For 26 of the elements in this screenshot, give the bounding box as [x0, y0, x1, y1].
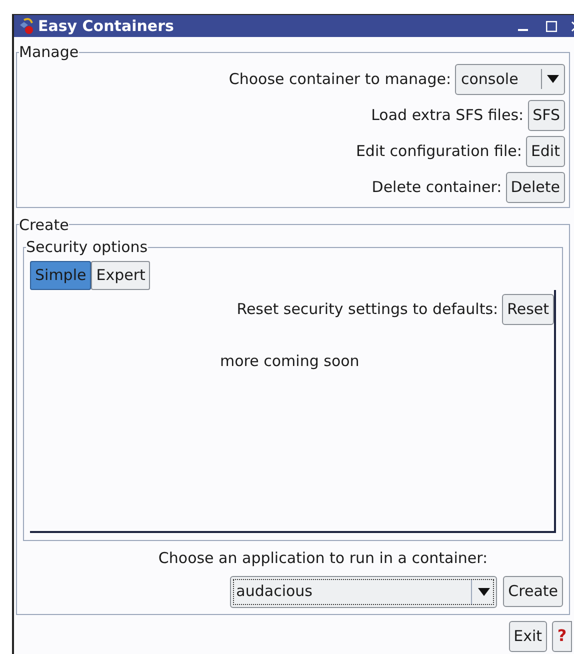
container-dropdown[interactable]: console [455, 64, 565, 94]
dropdown-arrow-icon [478, 588, 490, 596]
reset-label: Reset security settings to defaults: [236, 298, 498, 320]
field-label: Choose container to manage: [228, 68, 451, 90]
reset-button[interactable]: Reset [502, 294, 554, 324]
app-icon [18, 17, 34, 35]
tab[interactable]: Expert [91, 260, 150, 290]
dropdown-arrow-icon [547, 75, 559, 83]
maximize-icon[interactable] [546, 20, 557, 32]
application-dropdown[interactable]: audacious [230, 576, 498, 608]
help-button[interactable]: ? [552, 620, 572, 652]
tab[interactable]: Simple [30, 260, 92, 290]
field-label: Choose an application to run in a container: [158, 548, 488, 569]
action-button[interactable]: Edit [526, 136, 565, 166]
group-label: Manage [19, 42, 79, 63]
group-label: Create [19, 214, 69, 236]
action-button[interactable]: Delete [506, 172, 565, 202]
exit-button[interactable]: Exit [508, 620, 547, 652]
action-button[interactable]: SFS [528, 100, 565, 130]
window-title: Easy Containers [38, 16, 174, 37]
field-label: Load extra SFS files: [371, 104, 524, 126]
group-label: Security options [26, 237, 148, 258]
info-text: more coming soon [220, 350, 360, 372]
field-label: Edit configuration file: [356, 140, 522, 162]
field-label: Delete container: [372, 176, 502, 198]
create-button[interactable]: Create [503, 576, 563, 607]
